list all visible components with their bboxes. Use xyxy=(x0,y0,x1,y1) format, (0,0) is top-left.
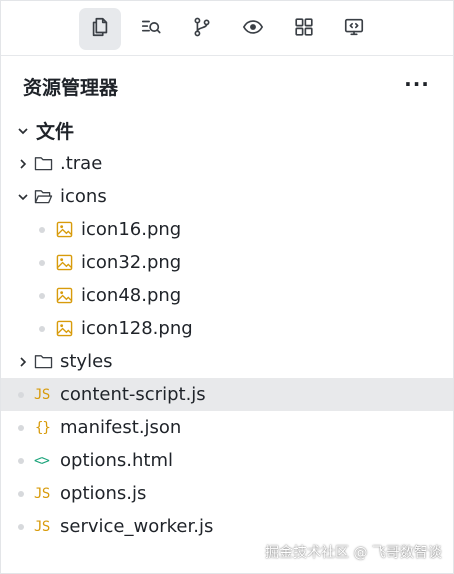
more-actions-button[interactable]: ··· xyxy=(401,71,433,97)
folder-open-icon xyxy=(34,188,53,205)
explorer-panel: 资源管理器 ··· 文件 .trae icons icon16.png icon… xyxy=(0,0,454,574)
tree-item-manifest[interactable]: {} manifest.json xyxy=(1,411,453,444)
remote-button[interactable] xyxy=(333,8,375,50)
indent-dot xyxy=(18,457,24,464)
explorer-icon xyxy=(89,16,111,42)
chevron-down-icon xyxy=(16,124,30,138)
watermark: 掘金技术社区 @ 飞哥数智谈 xyxy=(265,545,442,561)
indent-dot xyxy=(18,424,24,431)
tree-root-files[interactable]: 文件 xyxy=(1,114,453,147)
tree-item-label: options.js xyxy=(60,483,147,504)
remote-icon xyxy=(343,16,365,42)
tree-item-label: icon48.png xyxy=(81,285,182,306)
tree-item-label: service_worker.js xyxy=(60,516,214,537)
image-file-icon xyxy=(56,287,73,304)
panel-title: 资源管理器 xyxy=(23,77,119,99)
indent-dot xyxy=(39,292,45,299)
image-file-icon xyxy=(56,221,73,238)
tree-item-trae[interactable]: .trae xyxy=(1,147,453,180)
indent-dot xyxy=(18,523,24,530)
explorer-button[interactable] xyxy=(79,8,121,50)
image-file-icon xyxy=(56,320,73,337)
tree-item-icon128[interactable]: icon128.png xyxy=(1,312,453,345)
indent-dot xyxy=(39,226,45,233)
source-control-icon xyxy=(191,16,213,42)
tree-item-icon32[interactable]: icon32.png xyxy=(1,246,453,279)
tree-item-icon48[interactable]: icon48.png xyxy=(1,279,453,312)
search-icon xyxy=(140,16,162,42)
tree-item-label: icon128.png xyxy=(81,318,193,339)
explorer-header: 资源管理器 ··· xyxy=(1,61,453,109)
tree-item-service-worker[interactable]: JS service_worker.js xyxy=(1,510,453,543)
source-control-button[interactable] xyxy=(181,8,223,50)
indent-dot xyxy=(39,325,45,332)
tree-item-label: icon32.png xyxy=(81,252,182,273)
indent-dot xyxy=(39,259,45,266)
js-file-icon: JS xyxy=(34,485,50,502)
chevron-right-icon xyxy=(16,157,30,171)
tree-item-label: icons xyxy=(60,186,107,207)
tree-item-options-js[interactable]: JS options.js xyxy=(1,477,453,510)
html-file-icon: <> xyxy=(34,452,50,469)
tree-item-label: options.html xyxy=(60,450,174,471)
tree-item-label: icon16.png xyxy=(81,219,182,240)
search-button[interactable] xyxy=(130,8,172,50)
tree-item-icons[interactable]: icons xyxy=(1,180,453,213)
indent-dot xyxy=(18,391,24,398)
tree-item-styles[interactable]: styles xyxy=(1,345,453,378)
chevron-right-icon xyxy=(16,355,30,369)
extensions-button[interactable] xyxy=(283,8,325,50)
tree-item-label: styles xyxy=(60,351,113,372)
js-file-icon: JS xyxy=(34,518,50,535)
tree-item-label: .trae xyxy=(60,153,103,174)
tree-item-options-html[interactable]: <> options.html xyxy=(1,444,453,477)
chevron-down-icon xyxy=(16,190,30,204)
tree-item-content-script[interactable]: JS content-script.js xyxy=(1,378,453,411)
folder-icon xyxy=(34,155,53,172)
extensions-icon xyxy=(293,16,315,42)
preview-button[interactable] xyxy=(232,8,274,50)
activity-bar xyxy=(1,1,453,56)
preview-icon xyxy=(242,16,264,42)
js-file-icon: JS xyxy=(34,386,50,403)
tree-item-label: manifest.json xyxy=(60,417,182,438)
indent-dot xyxy=(18,490,24,497)
tree-item-label: content-script.js xyxy=(60,384,206,405)
image-file-icon xyxy=(56,254,73,271)
file-tree: 文件 .trae icons icon16.png icon32.png ico… xyxy=(1,114,453,543)
tree-root-label: 文件 xyxy=(36,121,75,143)
json-file-icon: {} xyxy=(35,419,51,436)
tree-item-icon16[interactable]: icon16.png xyxy=(1,213,453,246)
folder-icon xyxy=(34,353,53,370)
